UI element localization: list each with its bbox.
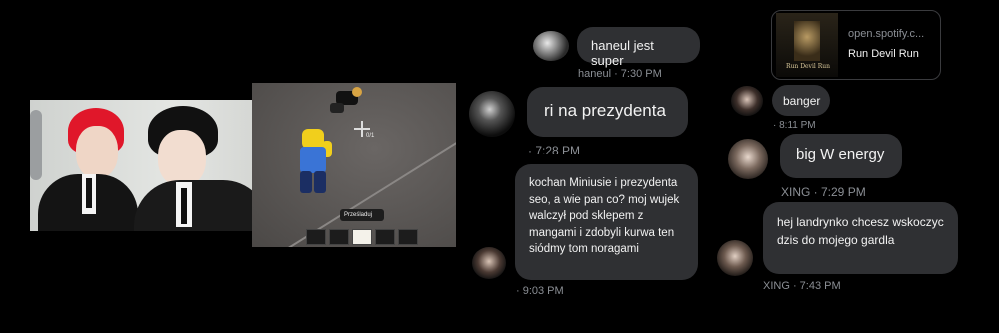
message-bubble[interactable]: kochan Miniusie i prezydenta seo, a wie … [515, 164, 698, 280]
message-meta: XING · 7:29 PM [781, 185, 866, 199]
game-screenshot: 0/1 Prześladuj [252, 83, 456, 247]
message-meta: haneul · 7:30 PM [578, 68, 662, 80]
counter-text: 0/1 [366, 133, 375, 139]
message-meta: · 7:28 PM [528, 144, 581, 154]
pursue-label: Prześladuj [344, 212, 373, 218]
hotbar-slot[interactable] [375, 229, 395, 245]
message-bubble[interactable]: haneul jest super [577, 27, 700, 68]
message-meta: XING · 7:43 PM [763, 280, 841, 292]
pursue-button[interactable]: Prześladuj [340, 209, 384, 221]
hotbar-slot[interactable] [306, 229, 326, 245]
avatar-user-brunette[interactable] [731, 86, 763, 116]
character-black [330, 87, 362, 115]
message-text: kochan Miniusie i prezydenta seo, a wie … [529, 177, 680, 255]
message-text: big W energy [796, 146, 885, 163]
avatar-user-girl[interactable] [472, 247, 506, 279]
hotbar-slot[interactable] [398, 229, 418, 245]
message-meta: · 9:03 PM [516, 285, 564, 297]
hotbar-slot[interactable] [352, 229, 372, 245]
spotify-link-card[interactable]: Run Devil Run open.spotify.c... Run Devi… [771, 10, 941, 80]
avatar-user-dark[interactable] [469, 91, 515, 137]
hotbar-slot[interactable] [329, 229, 349, 245]
message-text: hej landrynko chcesz wskoczyc dzis do mo… [777, 215, 944, 247]
message-text: banger [783, 94, 821, 108]
link-title: Run Devil Run [848, 48, 919, 60]
album-art-text: Run Devil Run [786, 63, 830, 70]
album-art: Run Devil Run [776, 13, 838, 77]
message-bubble[interactable]: banger [772, 85, 830, 116]
link-domain: open.spotify.c... [848, 28, 925, 40]
message-text: haneul jest super [591, 38, 654, 68]
message-bubble[interactable]: hej landrynko chcesz wskoczyc dzis do mo… [763, 202, 958, 274]
message-bubble[interactable]: big W energy [780, 134, 902, 178]
message-meta: · 8:11 PM [773, 120, 816, 131]
character-yellow [294, 127, 340, 201]
avatar-haneul[interactable] [533, 31, 569, 61]
message-text: ri na prezydenta [544, 101, 666, 120]
avatar-user-smile[interactable] [717, 240, 753, 276]
avatar-user-light[interactable] [728, 139, 768, 179]
message-bubble[interactable]: ri na prezydenta [527, 87, 688, 137]
selfie-photo [30, 100, 269, 231]
